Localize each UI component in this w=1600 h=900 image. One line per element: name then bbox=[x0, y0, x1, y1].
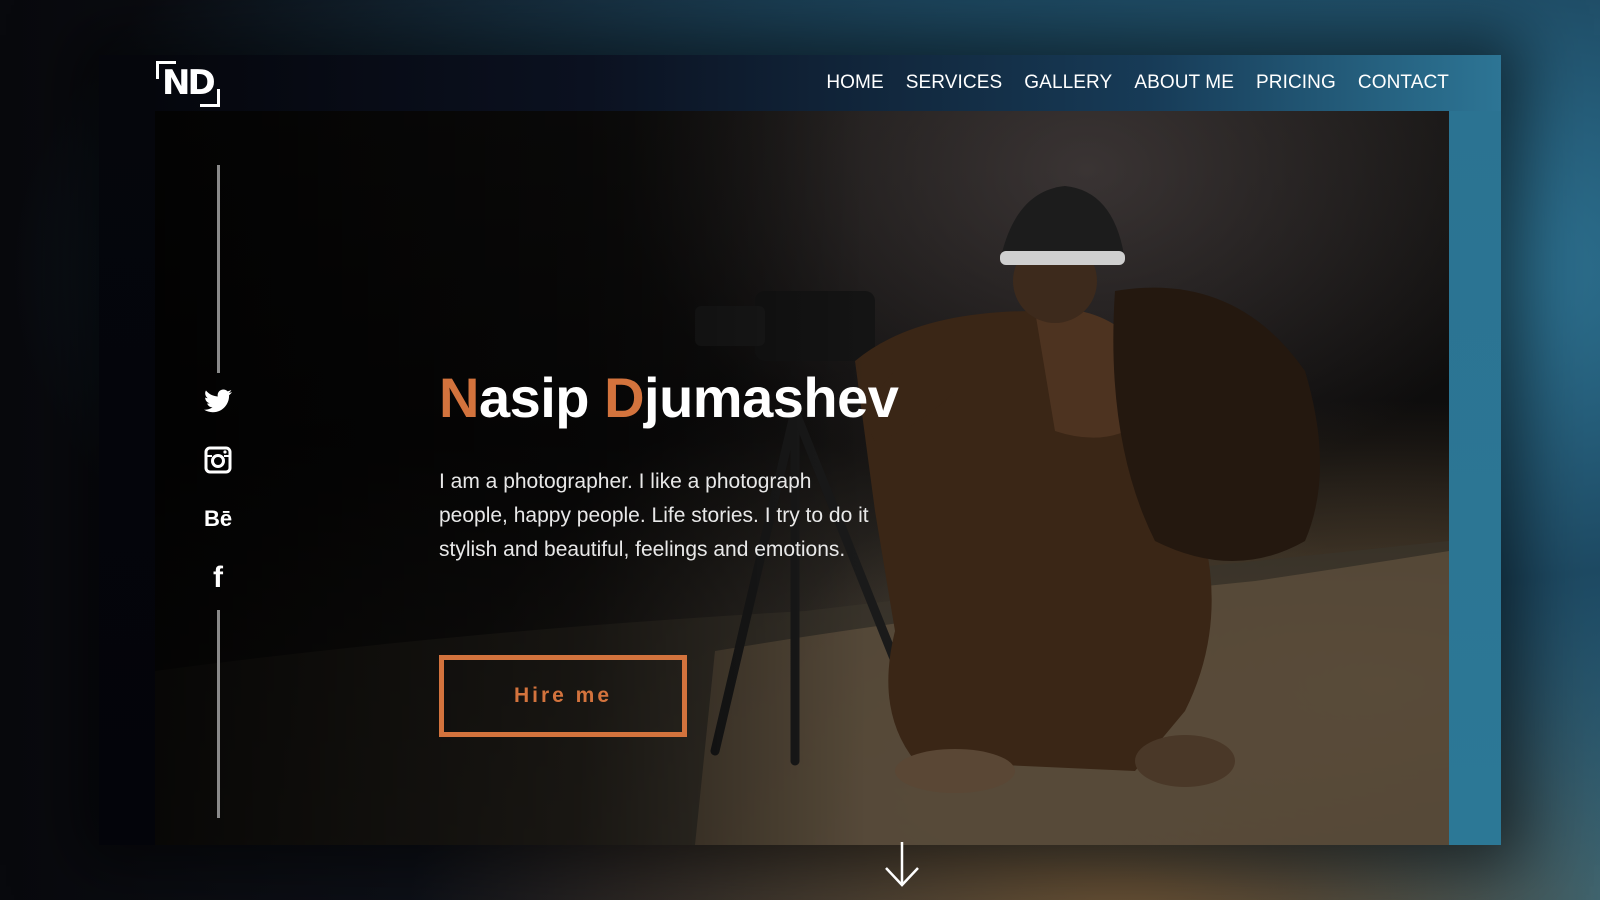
instagram-icon[interactable] bbox=[197, 442, 239, 478]
hero-title: Nasip Djumashev bbox=[439, 365, 899, 430]
main-nav: HOME SERVICES GALLERY ABOUT ME PRICING C… bbox=[826, 72, 1449, 94]
nav-item-services[interactable]: SERVICES bbox=[906, 72, 1003, 94]
nav-item-pricing[interactable]: PRICING bbox=[1256, 72, 1336, 94]
last-name-rest: jumashev bbox=[644, 366, 899, 429]
first-name-rest: asip bbox=[478, 366, 605, 429]
page-frame: ND HOME SERVICES GALLERY ABOUT ME PRICIN… bbox=[99, 55, 1501, 887]
nav-item-gallery[interactable]: GALLERY bbox=[1024, 72, 1112, 94]
logo-text: ND bbox=[162, 63, 216, 103]
last-initial: D bbox=[604, 366, 645, 429]
first-initial: N bbox=[439, 366, 479, 429]
left-strip bbox=[99, 55, 155, 845]
hero-description: I am a photographer. I like a photograph… bbox=[439, 470, 869, 561]
nav-item-about-me[interactable]: ABOUT ME bbox=[1134, 72, 1234, 94]
twitter-icon[interactable] bbox=[197, 383, 239, 419]
hire-me-button[interactable]: Hire me bbox=[439, 655, 687, 737]
right-strip bbox=[1449, 111, 1501, 845]
social-divider-top bbox=[217, 165, 220, 373]
nav-item-contact[interactable]: CONTACT bbox=[1358, 72, 1449, 94]
nav-item-home[interactable]: HOME bbox=[826, 72, 883, 94]
facebook-icon[interactable]: f bbox=[197, 560, 239, 596]
arrow-down-icon[interactable] bbox=[882, 840, 922, 890]
logo[interactable]: ND bbox=[156, 61, 220, 107]
behance-icon[interactable]: Bē bbox=[197, 501, 239, 537]
social-divider-bottom bbox=[217, 610, 220, 818]
